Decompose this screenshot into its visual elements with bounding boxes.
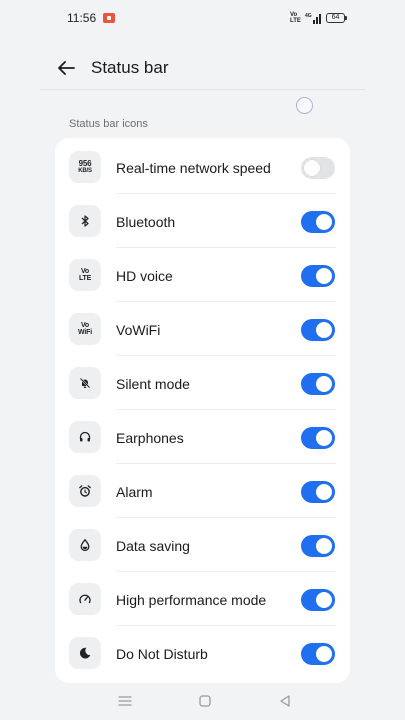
bluetooth-toggle[interactable] <box>301 211 335 233</box>
volte-icon: Vo LTE <box>290 12 301 24</box>
do-not-disturb-toggle[interactable] <box>301 643 335 665</box>
toggle-knob <box>316 538 332 554</box>
data-saving-toggle[interactable] <box>301 535 335 557</box>
toggle-knob <box>316 430 332 446</box>
list-item-bluetooth[interactable]: Bluetooth <box>55 194 350 248</box>
volte-bottom: LTE <box>290 18 301 24</box>
hd-voice-toggle[interactable] <box>301 265 335 287</box>
clock: 11:56 <box>67 11 97 25</box>
system-navigation-bar <box>0 683 405 720</box>
list-item-data-saving[interactable]: Data saving <box>55 518 350 572</box>
row-label: Data saving <box>116 538 190 554</box>
vowifi-icon-top: Vo <box>80 322 89 329</box>
list-item-alarm[interactable]: Alarm <box>55 464 350 518</box>
row-label: HD voice <box>116 268 173 284</box>
status-bar-icons-list: 956 KB/S Real-time network speed Bluetoo… <box>55 138 350 683</box>
vowifi-toggle[interactable] <box>301 319 335 341</box>
toggle-knob <box>316 646 332 662</box>
data-saving-icon <box>69 529 101 561</box>
network-speed-icon-bottom: KB/S <box>78 168 92 174</box>
screen-record-icon <box>103 13 115 23</box>
earphones-icon <box>69 421 101 453</box>
row-label: Silent mode <box>116 376 190 392</box>
toggle-knob <box>316 322 332 338</box>
do-not-disturb-icon <box>69 637 101 669</box>
floating-assistive-dot[interactable] <box>296 97 313 114</box>
back-icon[interactable] <box>276 693 294 709</box>
header-divider <box>40 89 365 90</box>
alarm-icon <box>69 475 101 507</box>
toggle-knob <box>316 592 332 608</box>
page-title: Status bar <box>91 58 169 77</box>
list-item-vowifi[interactable]: Vo WiFi VoWiFi <box>55 302 350 356</box>
row-label: Do Not Disturb <box>116 646 208 662</box>
vowifi-icon-bottom: WiFi <box>78 329 92 336</box>
back-arrow-icon[interactable] <box>52 54 80 82</box>
home-icon[interactable] <box>196 693 214 709</box>
vowifi-icon: Vo WiFi <box>69 313 101 345</box>
list-item-high-performance[interactable]: High performance mode <box>55 572 350 626</box>
high-performance-icon <box>69 583 101 615</box>
row-label: VoWiFi <box>116 322 161 338</box>
earphones-toggle[interactable] <box>301 427 335 449</box>
toggle-knob <box>316 214 332 230</box>
row-label: Earphones <box>116 430 184 446</box>
row-label: Real-time network speed <box>116 160 271 176</box>
silent-mode-toggle[interactable] <box>301 373 335 395</box>
row-label: Alarm <box>116 484 153 500</box>
list-item-earphones[interactable]: Earphones <box>55 410 350 464</box>
list-item-hd-voice[interactable]: Vo LTE HD voice <box>55 248 350 302</box>
hd-voice-icon-bottom: LTE <box>78 275 92 282</box>
list-item-do-not-disturb[interactable]: Do Not Disturb <box>55 626 350 680</box>
section-label: Status bar icons <box>69 118 148 130</box>
list-item-silent-mode[interactable]: Silent mode <box>55 356 350 410</box>
menu-icon[interactable] <box>116 693 134 709</box>
toggle-knob <box>316 484 332 500</box>
signal-icon: 4G <box>305 13 321 24</box>
svg-text:4G: 4G <box>305 13 312 19</box>
row-label: Bluetooth <box>116 214 176 230</box>
toggle-knob <box>304 160 320 176</box>
bluetooth-icon <box>69 205 101 237</box>
high-performance-toggle[interactable] <box>301 589 335 611</box>
row-label: High performance mode <box>116 592 267 608</box>
alarm-toggle[interactable] <box>301 481 335 503</box>
system-status-bar: 11:56 Vo LTE 4G 64 <box>0 0 405 38</box>
network-speed-toggle[interactable] <box>301 157 335 179</box>
network-speed-icon: 956 KB/S <box>69 151 101 183</box>
hd-voice-icon: Vo LTE <box>69 259 101 291</box>
hd-voice-icon-top: Vo <box>80 268 89 275</box>
toggle-knob <box>316 268 332 284</box>
page-header: Status bar <box>0 50 405 86</box>
silent-mode-icon <box>69 367 101 399</box>
battery-icon: 64 <box>326 13 347 23</box>
toggle-knob <box>316 376 332 392</box>
list-item-network-speed[interactable]: 956 KB/S Real-time network speed <box>55 140 350 194</box>
network-speed-icon-top: 956 <box>78 159 92 168</box>
